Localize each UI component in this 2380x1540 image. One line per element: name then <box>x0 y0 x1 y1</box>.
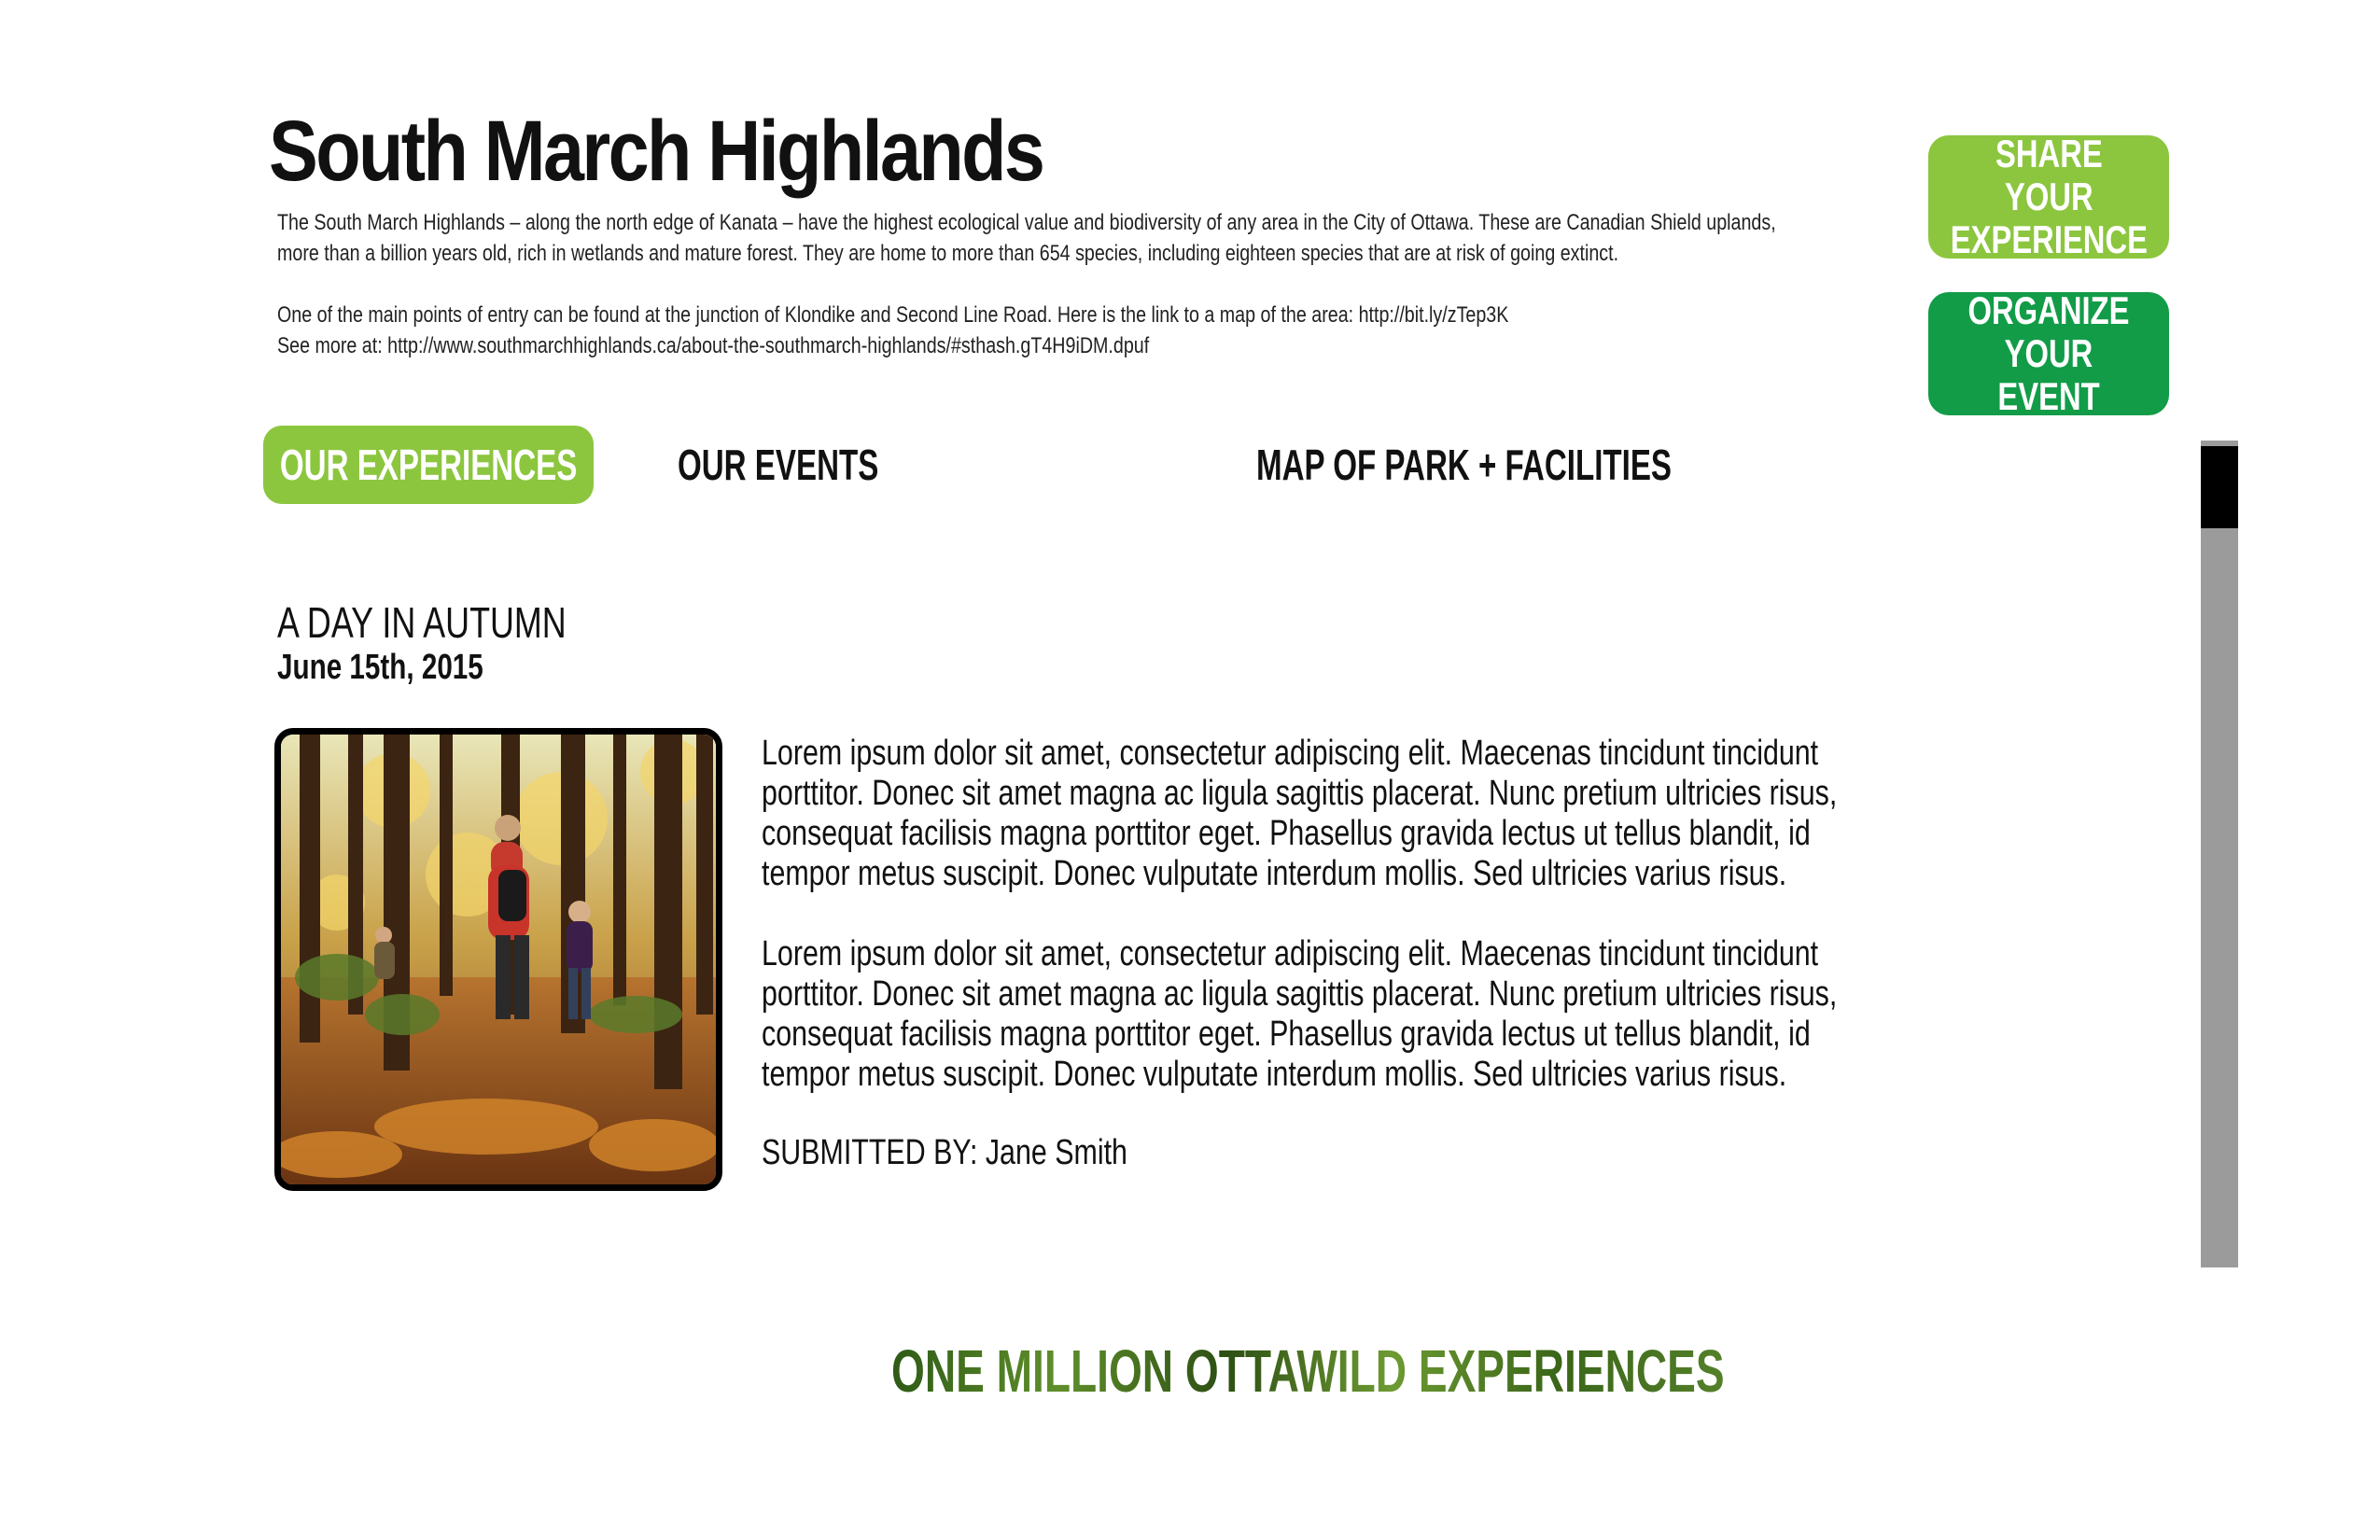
tagline-text: ONE MILLION OTTAWILD EXPERIENCES <box>891 1337 1725 1405</box>
tab-label: MAP OF PARK + FACILITIES <box>1256 441 1673 489</box>
experience-body: Lorem ipsum dolor sit amet, consectetur … <box>762 734 1882 1135</box>
scrollbar[interactable] <box>2201 441 2238 1267</box>
tab-label: OUR EVENTS <box>678 441 879 489</box>
tab-our-experiences[interactable]: OUR EXPERIENCES <box>263 426 594 504</box>
experience-title-text: A DAY IN AUTUMN <box>277 598 567 647</box>
experience-paragraph: Lorem ipsum dolor sit amet, consectetur … <box>762 934 1838 1094</box>
experience-title: A DAY IN AUTUMN <box>277 597 648 648</box>
intro-text: The South March Highlands – along the no… <box>277 207 1846 361</box>
experience-date: June 15th, 2015 <box>277 648 541 688</box>
organize-event-label: ORGANIZE YOUR EVENT <box>1967 288 2130 418</box>
intro-line: See more at: http://www.southmarchhighla… <box>277 333 1150 358</box>
forest-photo-illustration <box>281 735 716 1184</box>
intro-line: The South March Highlands – along the no… <box>277 210 1776 235</box>
experience-photo <box>274 728 722 1191</box>
submitted-by-text: SUBMITTED BY: Jane Smith <box>762 1133 1127 1172</box>
scrollbar-thumb[interactable] <box>2201 446 2238 528</box>
experience-date-text: June 15th, 2015 <box>277 648 483 687</box>
footer-tagline: ONE MILLION OTTAWILD EXPERIENCES <box>891 1337 2049 1406</box>
tab-map-of-park[interactable]: MAP OF PARK + FACILITIES <box>1256 426 1833 504</box>
tab-label: OUR EXPERIENCES <box>279 441 578 489</box>
page-title: South March Highlands <box>269 104 1045 199</box>
share-experience-button[interactable]: SHARE YOUR EXPERIENCE <box>1928 132 2169 261</box>
experience-paragraph: Lorem ipsum dolor sit amet, consectetur … <box>762 734 1838 893</box>
submitted-by: SUBMITTED BY: Jane Smith <box>762 1133 1219 1173</box>
intro-line: more than a billion years old, rich in w… <box>277 241 1619 266</box>
organize-event-button[interactable]: ORGANIZE YOUR EVENT <box>1928 288 2169 418</box>
tab-our-events[interactable]: OUR EVENTS <box>678 426 957 504</box>
intro-line: One of the main points of entry can be f… <box>277 302 1509 328</box>
share-experience-label: SHARE YOUR EXPERIENCE <box>1950 132 2148 261</box>
